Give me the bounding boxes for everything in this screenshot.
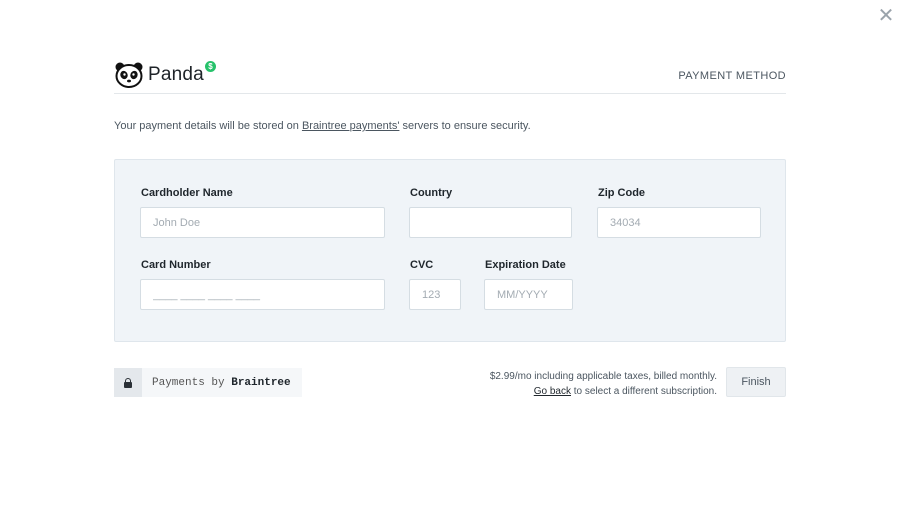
cvc-label: CVC	[410, 259, 434, 271]
zip-code-input[interactable]	[597, 207, 761, 238]
braintree-link[interactable]: Braintree payments'	[302, 120, 399, 132]
cvc-input[interactable]	[409, 279, 461, 310]
notice-text-after: servers to ensure security.	[399, 120, 531, 132]
go-back-line: Go back to select a different subscripti…	[490, 384, 717, 399]
cardholder-name-input[interactable]	[140, 207, 385, 238]
zip-code-label: Zip Code	[598, 187, 646, 199]
pricing-info: $2.99/mo including applicable taxes, bil…	[490, 369, 717, 399]
badge-prefix: Payments by	[152, 376, 232, 389]
go-back-suffix: to select a different subscription.	[570, 386, 717, 397]
lock-box	[114, 368, 142, 397]
page-title: PAYMENT METHOD	[678, 70, 786, 82]
go-back-link[interactable]: Go back	[534, 386, 571, 397]
payments-by-braintree-badge: Payments by Braintree	[114, 368, 302, 397]
card-number-label: Card Number	[141, 259, 211, 271]
logo-text: Panda	[148, 64, 204, 85]
dollar-badge-icon: $	[204, 60, 216, 72]
payment-form: Cardholder Name Country Zip Code Card Nu…	[114, 159, 786, 342]
security-notice: Your payment details will be stored on B…	[114, 120, 531, 132]
header: Panda $ PAYMENT METHOD	[114, 60, 786, 94]
finish-button[interactable]: Finish	[726, 367, 786, 397]
cardholder-name-label: Cardholder Name	[141, 187, 233, 199]
pricing-line: $2.99/mo including applicable taxes, bil…	[489, 371, 717, 382]
close-button[interactable]: ✕	[876, 6, 896, 26]
notice-text-before: Your payment details will be stored on	[114, 120, 302, 132]
panda-logo-icon	[115, 62, 143, 88]
expiration-date-input[interactable]	[484, 279, 573, 310]
country-label: Country	[410, 187, 453, 199]
lock-icon	[124, 377, 132, 388]
expiration-date-label: Expiration Date	[485, 259, 566, 271]
card-number-input[interactable]	[140, 279, 385, 310]
badge-text: Payments by Braintree	[152, 377, 291, 389]
logo: Panda $	[114, 60, 216, 88]
country-input[interactable]	[409, 207, 572, 238]
badge-brand: Braintree	[231, 376, 291, 389]
